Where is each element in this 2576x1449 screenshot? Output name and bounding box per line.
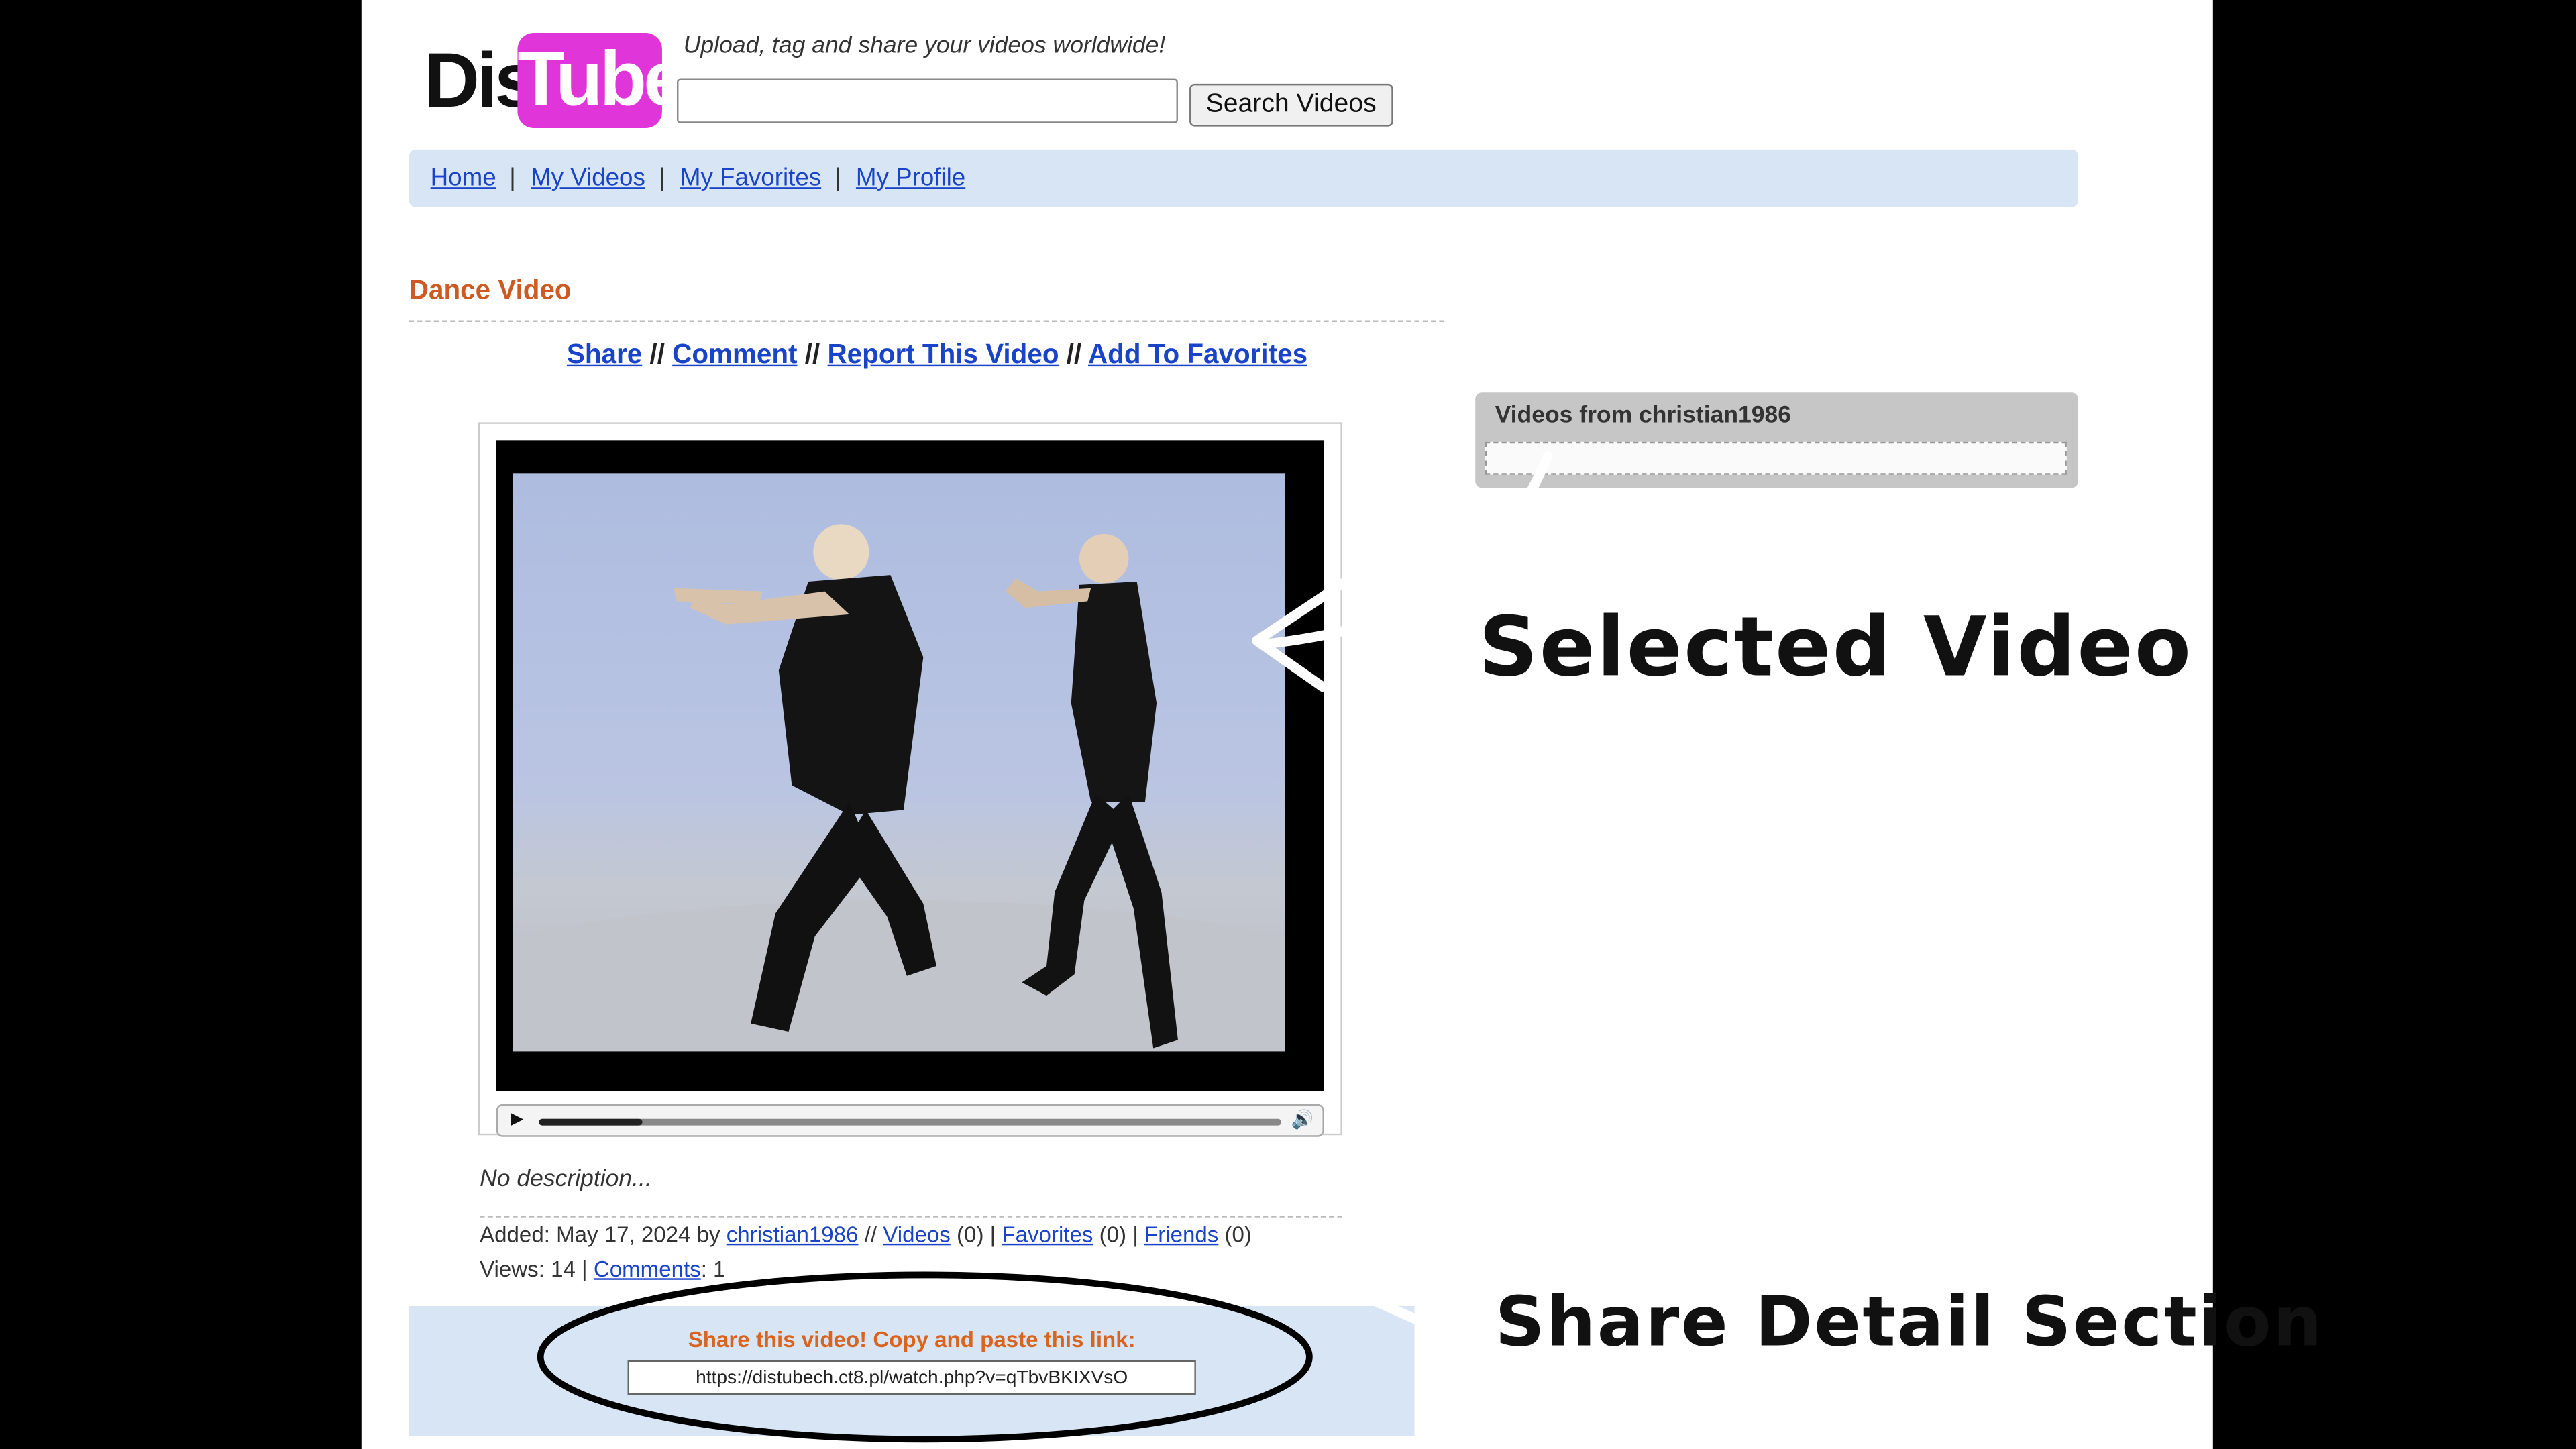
share-section-annotation: Share Detail Section xyxy=(1495,1281,2324,1362)
share-highlight-ellipse xyxy=(537,1271,1313,1443)
selected-video-annotation: Selected Video xyxy=(1479,599,2193,695)
annotation-overlay xyxy=(537,451,1560,1443)
